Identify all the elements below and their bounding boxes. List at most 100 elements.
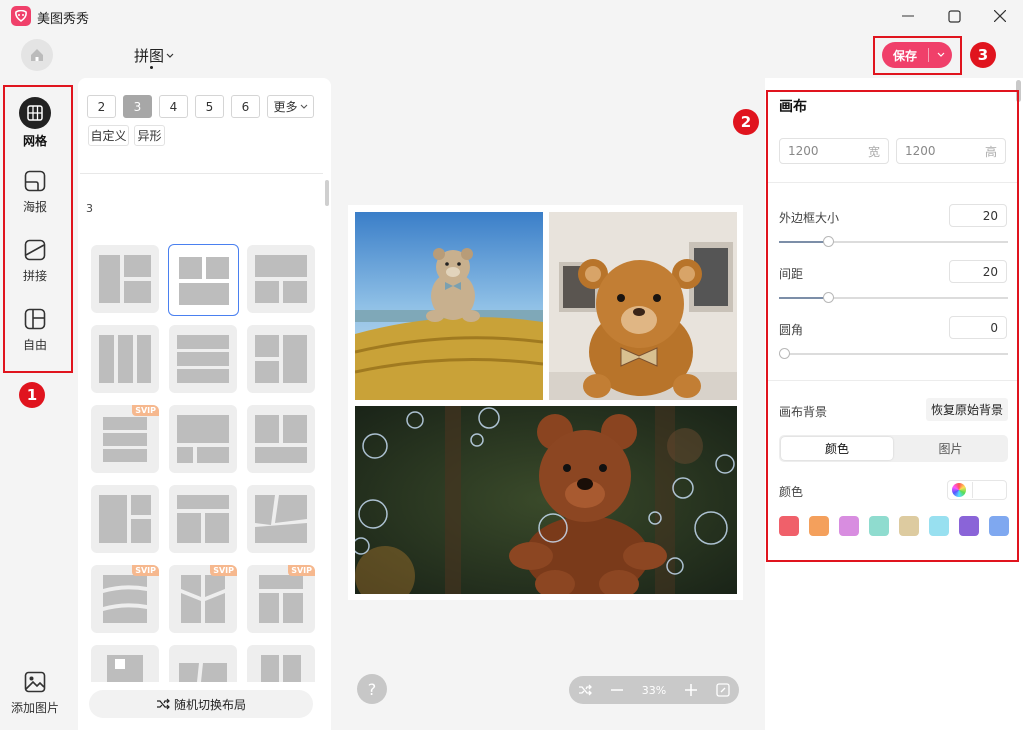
spacing-input[interactable]: 20 [949,260,1007,283]
color-swatch-7[interactable] [959,516,979,536]
layout-tile[interactable] [91,325,159,393]
more-label: 更多 [273,100,298,114]
collage-canvas[interactable] [348,205,743,600]
color-swatch-5[interactable] [899,516,919,536]
more-counts-button[interactable]: 更多 [267,95,314,118]
corner-radius-slider-handle[interactable] [779,348,790,359]
border-size-slider-fill [779,241,829,243]
color-picker[interactable] [947,480,1007,500]
section-count-label: 3 [86,202,93,215]
corner-radius-slider[interactable] [779,353,1008,355]
zoom-level: 33% [641,683,667,697]
title-bar [0,0,1023,32]
annotation-badge-3: 3 [970,42,996,68]
layout-tile[interactable] [91,485,159,553]
count-button-2[interactable]: 2 [87,95,116,118]
layout-tile[interactable] [169,485,237,553]
collage-photo-2[interactable] [549,212,737,400]
border-size-input[interactable]: 20 [949,204,1007,227]
border-size-value: 20 [982,208,998,223]
corner-radius-label: 圆角 [779,323,804,337]
color-swatch-2[interactable] [809,516,829,536]
nav-item-free[interactable]: 自由 [0,305,70,353]
count-button-3[interactable]: 3 [123,95,152,118]
nav-item-grid[interactable]: 网格 [0,97,70,149]
spacing-label: 间距 [779,267,804,281]
tab-image[interactable]: 图片 [895,437,1006,460]
layout-tile[interactable] [247,405,315,473]
color-swatch-3[interactable] [839,516,859,536]
close-button[interactable] [985,4,1015,28]
count-button-4[interactable]: 4 [159,95,188,118]
shuffle-icon[interactable] [578,684,593,696]
zoom-in-icon[interactable] [684,684,697,696]
layout-tile[interactable] [169,405,237,473]
collage-photo-1[interactable] [355,212,543,400]
minimize-icon [902,15,914,17]
nav-item-stitch[interactable]: 拼接 [0,236,70,284]
color-swatch-4[interactable] [869,516,889,536]
shuffle-label: 随机切换布局 [173,697,246,712]
border-size-label: 外边框大小 [779,211,840,225]
color-swatch-8[interactable] [989,516,1009,536]
layout-tile[interactable]: SVIP [91,565,159,633]
color-wheel-icon [952,483,966,497]
canvas-toolbar: 33% [569,676,739,704]
color-swatch-1[interactable] [779,516,799,536]
add-image-button[interactable]: 添加图片 [0,668,70,716]
width-unit-label: 宽 [867,144,880,159]
spacing-slider-handle[interactable] [823,292,834,303]
nav-item-poster[interactable]: 海报 [0,167,70,215]
add-image-icon [21,668,49,696]
corner-radius-input[interactable]: 0 [949,316,1007,339]
border-size-slider-handle[interactable] [823,236,834,247]
layout-tile[interactable] [247,245,315,313]
layout-tile[interactable]: SVIP [169,565,237,633]
layout-tile[interactable] [247,325,315,393]
chevron-down-icon [937,52,944,57]
custom-layout-chip[interactable]: 自定义 [88,125,129,146]
settings-scrollbar[interactable] [1016,80,1021,102]
nav-label-stitch: 拼接 [22,269,47,283]
layout-tile[interactable] [91,645,159,682]
grid-icon [19,97,51,129]
layout-tile[interactable]: SVIP [91,405,159,473]
layout-tile[interactable] [91,245,159,313]
count-button-6[interactable]: 6 [231,95,260,118]
teddy-with-bow-photo [549,212,737,400]
special-shape-chip[interactable]: 异形 [134,125,165,146]
count-button-5[interactable]: 5 [195,95,224,118]
save-dropdown[interactable] [929,52,952,58]
maximize-button[interactable] [939,4,969,28]
save-button[interactable]: 保存 [882,42,952,68]
close-icon [994,10,1006,22]
free-layout-icon [21,305,49,333]
layout-tile-selected[interactable] [168,244,239,316]
minimize-button[interactable] [893,4,923,28]
help-button[interactable]: ? [357,674,387,704]
app-logo-icon [11,6,31,26]
reset-background-button[interactable]: 恢复原始背景 [926,398,1009,421]
canvas-width-input[interactable]: 1200 宽 [779,138,889,164]
height-unit-label: 高 [984,144,997,159]
zoom-out-icon[interactable] [611,684,624,696]
layout-tile[interactable]: SVIP [247,565,315,633]
shuffle-layout-button[interactable]: 随机切换布局 [89,690,313,718]
collage-photo-3[interactable] [355,406,737,594]
color-label: 颜色 [779,485,804,499]
tab-color[interactable]: 颜色 [781,437,893,460]
fit-screen-icon[interactable] [715,683,730,697]
panel-scrollbar[interactable] [325,180,329,206]
nav-label-free: 自由 [22,338,47,352]
layout-tile[interactable] [247,485,315,553]
canvas-height-input[interactable]: 1200 高 [896,138,1006,164]
canvas-width-value: 1200 [788,144,819,158]
annotation-badge-2: 2 [733,109,759,135]
layout-tile[interactable] [169,645,237,682]
layout-tile[interactable] [247,645,315,682]
settings-divider [768,380,1018,381]
color-swatch-6[interactable] [929,516,949,536]
mode-selector[interactable]: 拼图 [134,45,174,66]
home-button[interactable] [21,39,53,71]
layout-tile[interactable] [169,325,237,393]
